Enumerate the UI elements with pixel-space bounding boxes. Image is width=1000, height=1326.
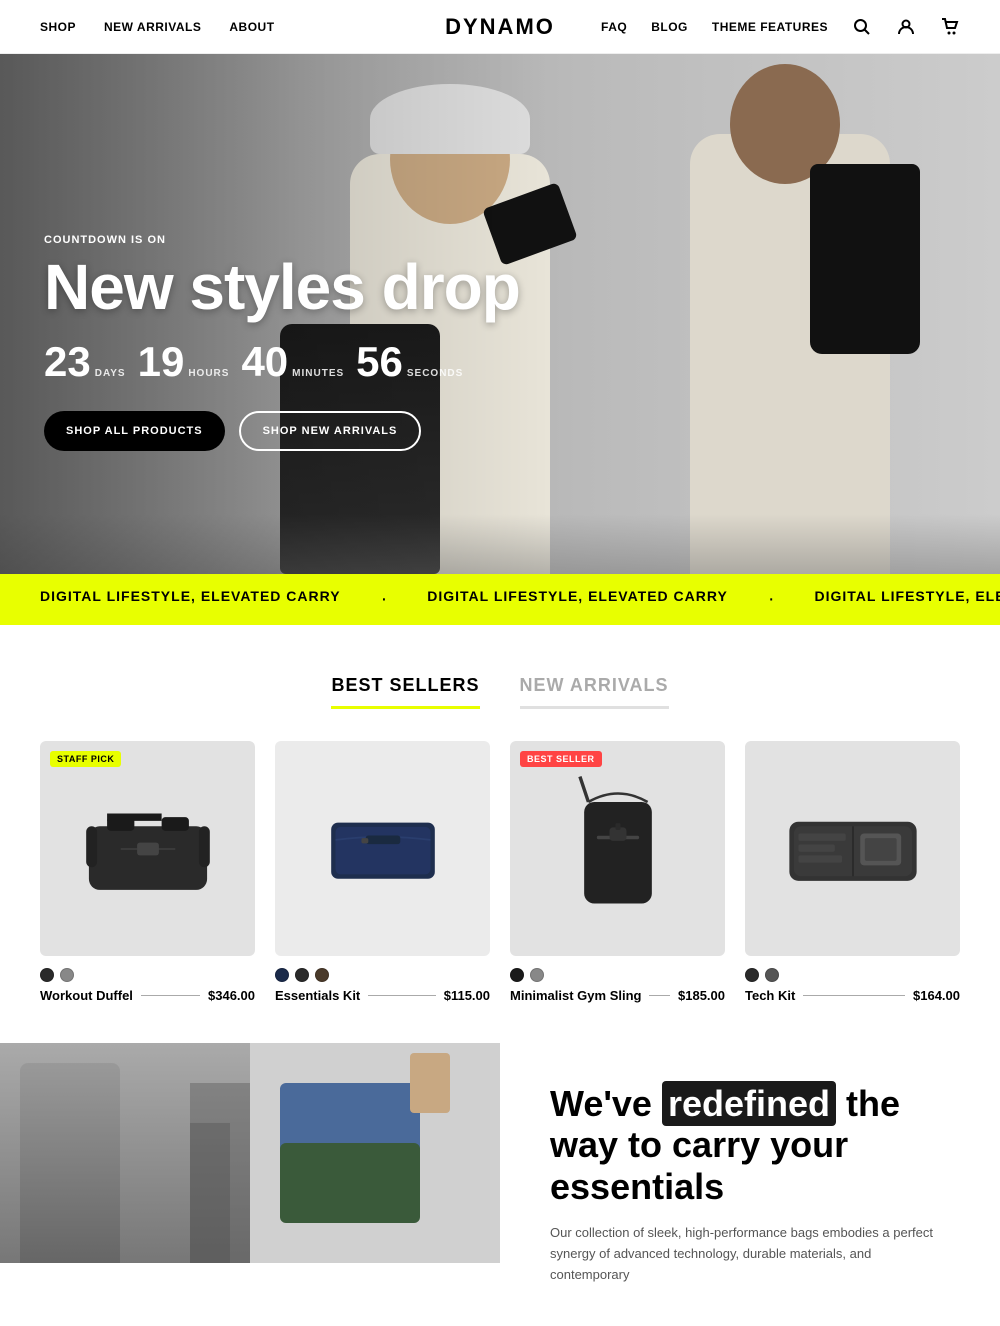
product-image-duffel: STAFF PICK [40,741,255,956]
countdown-seconds: 56 SECONDS [356,341,463,383]
cart-icon[interactable] [940,17,960,37]
product-colors-duffel [40,968,255,982]
duffel-bag-icon [73,799,223,899]
seconds-value: 56 [356,341,403,383]
product-price: $185.00 [678,988,725,1003]
hero-content: COUNTDOWN IS ON New styles drop 23 DAYS … [44,234,520,451]
color-swatch[interactable] [60,968,74,982]
bottom-heading: We've redefined the way to carry your es… [550,1083,950,1207]
product-name-row: Workout Duffel $346.00 [40,988,255,1003]
hero-title: New styles drop [44,254,520,321]
product-divider [368,995,435,996]
days-value: 23 [44,341,91,383]
color-swatch[interactable] [530,968,544,982]
product-name: Essentials Kit [275,988,360,1003]
color-swatch[interactable] [745,968,759,982]
tab-new-arrivals[interactable]: NEW ARRIVALS [520,675,669,709]
marquee-banner: DIGITAL LIFESTYLE, ELEVATED CARRY · DIGI… [0,574,1000,625]
product-divider [649,995,670,996]
marquee-inner: DIGITAL LIFESTYLE, ELEVATED CARRY · DIGI… [0,588,1000,611]
product-card-duffel[interactable]: STAFF PICK Workout Duffel [40,741,255,1003]
tab-best-sellers[interactable]: BEST SELLERS [331,675,479,709]
marquee-item: DIGITAL LIFESTYLE, ELEVATED CARRY [775,588,1000,611]
color-swatch[interactable] [315,968,329,982]
nav-left: SHOP NEW ARRIVALS ABOUT [40,20,275,34]
product-price: $164.00 [913,988,960,1003]
countdown-hours: 19 HOURS [138,341,230,383]
countdown-minutes: 40 MINUTES [241,341,344,383]
product-tabs: BEST SELLERS NEW ARRIVALS [40,675,960,709]
heading-pre: We've [550,1083,652,1124]
nav-blog[interactable]: BLOG [651,20,688,34]
products-grid: STAFF PICK Workout Duffel [40,741,960,1003]
nav-faq[interactable]: FAQ [601,20,627,34]
product-price: $115.00 [444,988,490,1003]
nav-about[interactable]: ABOUT [229,20,274,34]
minutes-label: MINUTES [292,368,344,379]
seconds-label: SECONDS [407,368,463,379]
product-name-row: Minimalist Gym Sling $185.00 [510,988,725,1003]
color-swatch[interactable] [765,968,779,982]
nav-new-arrivals[interactable]: NEW ARRIVALS [104,20,201,34]
product-image-sling: BEST SELLER [510,741,725,956]
sling-bag-icon [563,771,673,926]
account-icon[interactable] [896,17,916,37]
hero-section: COUNTDOWN IS ON New styles drop 23 DAYS … [0,54,1000,574]
product-name: Tech Kit [745,988,795,1003]
product-name-row: Tech Kit $164.00 [745,988,960,1003]
site-logo[interactable]: DYNAMO [445,14,555,40]
product-badge-staff: STAFF PICK [50,751,121,767]
pouch-bag-icon [309,801,457,896]
bottom-text-section: We've redefined the way to carry your es… [500,1043,1000,1326]
nav-theme-features[interactable]: THEME FEATURES [712,20,828,34]
product-colors-techkit [745,968,960,982]
color-swatch[interactable] [295,968,309,982]
bottom-images [0,1043,500,1263]
color-swatch[interactable] [275,968,289,982]
product-colors-sling [510,968,725,982]
product-image-essentials [275,741,490,956]
product-name: Workout Duffel [40,988,133,1003]
product-name-row: Essentials Kit $115.00 [275,988,490,1003]
product-badge-bestseller: BEST SELLER [520,751,602,767]
product-name: Minimalist Gym Sling [510,988,641,1003]
hero-tag: COUNTDOWN IS ON [44,234,520,246]
days-label: DAYS [95,368,126,379]
product-colors-essentials [275,968,490,982]
hero-countdown: 23 DAYS 19 HOURS 40 MINUTES 56 SECONDS [44,341,520,383]
products-section: BEST SELLERS NEW ARRIVALS STAFF PICK [0,625,1000,1043]
bottom-description: Our collection of sleek, high-performanc… [550,1223,950,1285]
bottom-section: We've redefined the way to carry your es… [0,1043,1000,1326]
product-card-essentials[interactable]: Essentials Kit $115.00 [275,741,490,1003]
hours-value: 19 [138,341,185,383]
hours-label: HOURS [188,368,229,379]
color-swatch[interactable] [40,968,54,982]
product-card-sling[interactable]: BEST SELLER Minimalist Gym Sling $185.00 [510,741,725,1003]
nav-right: FAQ BLOG THEME FEATURES [601,17,960,37]
shop-all-button[interactable]: SHOP ALL PRODUCTS [44,411,225,451]
shop-new-arrivals-button[interactable]: SHOP NEW ARRIVALS [239,411,422,451]
search-icon[interactable] [852,17,872,37]
marquee-item: DIGITAL LIFESTYLE, ELEVATED CARRY [387,588,768,611]
nav-shop[interactable]: SHOP [40,20,76,34]
hero-buttons: SHOP ALL PRODUCTS SHOP NEW ARRIVALS [44,411,520,451]
tech-kit-icon [778,799,928,899]
product-image-techkit [745,741,960,956]
product-divider [141,995,200,996]
marquee-dot: · [381,588,388,611]
marquee-dot: · [768,588,775,611]
minutes-value: 40 [241,341,288,383]
product-card-techkit[interactable]: Tech Kit $164.00 [745,741,960,1003]
heading-highlight: redefined [662,1081,836,1126]
product-divider [803,995,905,996]
countdown-days: 23 DAYS [44,341,126,383]
marquee-item: DIGITAL LIFESTYLE, ELEVATED CARRY [0,588,381,611]
navigation: SHOP NEW ARRIVALS ABOUT DYNAMO FAQ BLOG … [0,0,1000,54]
product-price: $346.00 [208,988,255,1003]
color-swatch[interactable] [510,968,524,982]
